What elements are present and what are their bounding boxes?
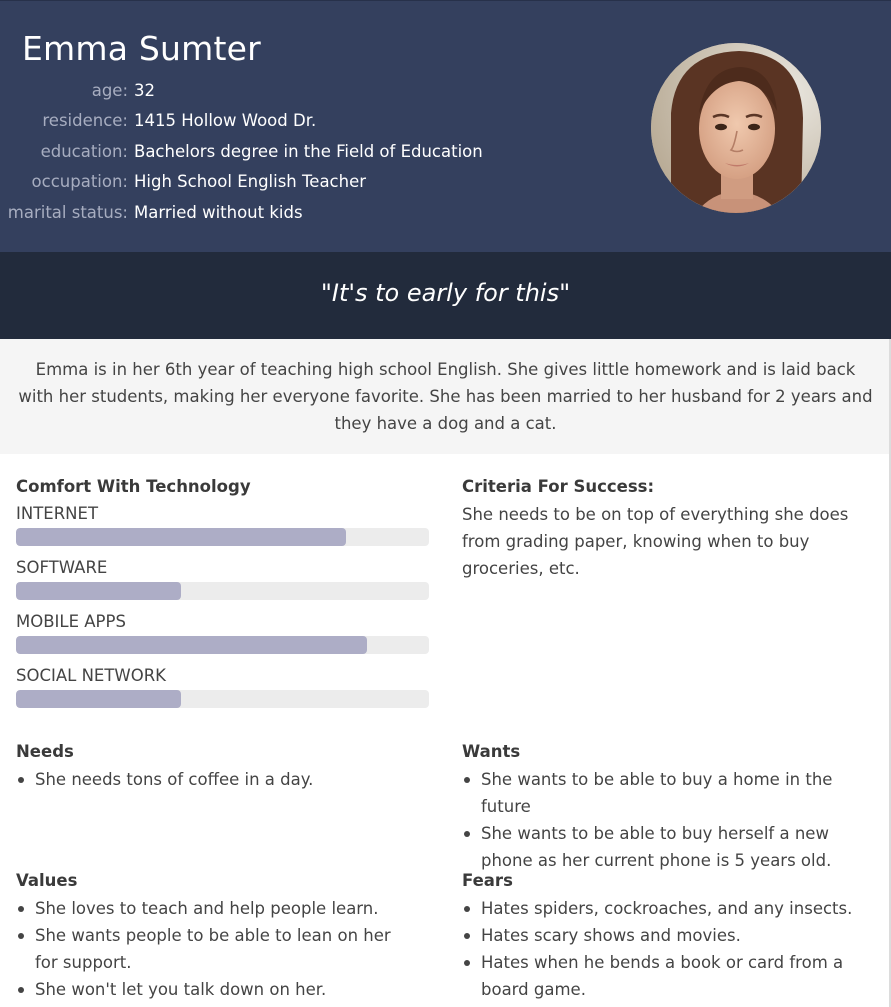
wants-title: Wants (462, 742, 521, 761)
list-item: Hates when he bends a book or card from … (462, 949, 874, 1003)
fact-value: Married without kids (134, 203, 303, 222)
persona-quote: "It's to early for this" (320, 279, 571, 307)
skill-bar-fill (16, 528, 347, 546)
list-item: She wants to be able to buy a home in th… (462, 766, 874, 820)
list-item: She wants to be able to buy herself a ne… (462, 820, 874, 874)
fact-value: 32 (134, 81, 155, 100)
fact-label: age: (91, 81, 128, 100)
skill-bar-internet (16, 528, 429, 546)
list-item: She won't let you talk down on her. (16, 976, 416, 1003)
skill-bar-fill (16, 636, 368, 654)
avatar-photo-icon (651, 43, 821, 213)
fact-value: 1415 Hollow Wood Dr. (134, 111, 317, 130)
needs-title: Needs (16, 742, 74, 761)
persona-bio: Emma is in her 6th year of teaching high… (18, 360, 873, 433)
fact-label: occupation: (31, 172, 128, 191)
criteria-title: Criteria For Success: (462, 477, 655, 496)
fears-title: Fears (462, 871, 513, 890)
technology-title: Comfort With Technology (16, 477, 251, 496)
skill-bar-social-network (16, 690, 429, 708)
fact-value: High School English Teacher (134, 172, 367, 191)
skill-bar-fill (16, 582, 182, 600)
skill-label-software: SOFTWARE (16, 558, 108, 577)
values-title: Values (16, 871, 78, 890)
skill-bar-mobile-apps (16, 636, 429, 654)
profile-header: Emma Sumter age: 32 residence: 1415 Holl… (0, 0, 891, 252)
bio-band: Emma is in her 6th year of teaching high… (0, 339, 891, 454)
persona-name: Emma Sumter (22, 29, 261, 68)
list-item: Hates scary shows and movies. (462, 922, 874, 949)
list-item: She loves to teach and help people learn… (16, 895, 416, 922)
fact-value: Bachelors degree in the Field of Educati… (134, 142, 483, 161)
fact-label: education: (40, 142, 128, 161)
fact-label: marital status: (7, 203, 128, 222)
fact-label: residence: (42, 111, 128, 130)
values-list: She loves to teach and help people learn… (16, 895, 416, 1003)
list-item: She needs tons of coffee in a day. (16, 766, 436, 793)
skill-bar-fill (16, 690, 182, 708)
wants-list: She wants to be able to buy a home in th… (462, 766, 874, 874)
avatar (651, 43, 821, 213)
skill-bar-software (16, 582, 429, 600)
criteria-text: She needs to be on top of everything she… (462, 505, 849, 578)
fears-list: Hates spiders, cockroaches, and any inse… (462, 895, 874, 1003)
skill-label-internet: INTERNET (16, 504, 99, 523)
list-item: She wants people to be able to lean on h… (16, 922, 416, 976)
skill-label-mobile-apps: MOBILE APPS (16, 612, 126, 631)
needs-list: She needs tons of coffee in a day. (16, 766, 436, 793)
quote-band: "It's to early for this" (0, 252, 891, 339)
list-item: Hates spiders, cockroaches, and any inse… (462, 895, 874, 922)
skill-label-social-network: SOCIAL NETWORK (16, 666, 167, 685)
